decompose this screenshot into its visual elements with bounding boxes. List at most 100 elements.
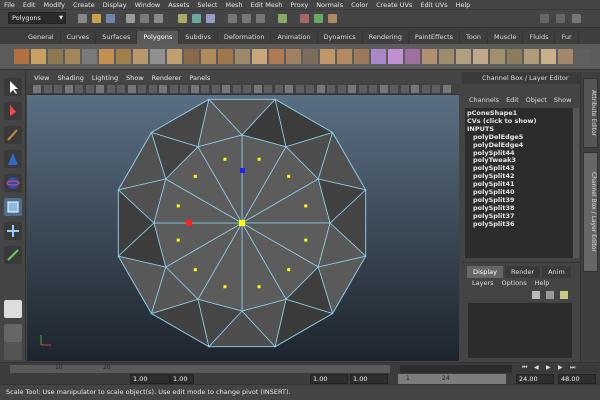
layer-menu-options[interactable]: Options bbox=[502, 279, 527, 287]
panel-toolbar-icon[interactable] bbox=[211, 85, 220, 93]
panel-menu-show[interactable]: Show bbox=[126, 74, 144, 82]
show-hide-attribute-editor-icon[interactable] bbox=[540, 14, 549, 23]
select-hierarchy-icon[interactable] bbox=[126, 14, 135, 23]
menu-help[interactable]: Help bbox=[456, 1, 471, 9]
shelf-tab-muscle[interactable]: Muscle bbox=[488, 31, 524, 44]
panel-toolbar-icon[interactable] bbox=[159, 85, 167, 93]
snap-curve-icon[interactable] bbox=[242, 14, 251, 23]
panel-menu-shading[interactable]: Shading bbox=[57, 74, 83, 82]
shelf-tab-curves[interactable]: Curves bbox=[61, 31, 97, 44]
panel-toolbar-icon[interactable] bbox=[117, 85, 125, 93]
shelf-tool-icon[interactable] bbox=[507, 49, 522, 64]
shelf-tab-dynamics[interactable]: Dynamics bbox=[318, 31, 363, 44]
snap-point-icon[interactable] bbox=[256, 14, 265, 23]
menu-modify[interactable]: Modify bbox=[43, 1, 65, 9]
shelf-tool-icon[interactable] bbox=[269, 49, 284, 64]
panel-menu-view[interactable]: View bbox=[34, 74, 49, 82]
paint-select-tool-icon[interactable] bbox=[4, 126, 22, 144]
panel-toolbar-icon[interactable] bbox=[243, 85, 251, 93]
outliner-layout-icon[interactable] bbox=[4, 342, 22, 360]
panel-toolbar-icon[interactable] bbox=[432, 85, 440, 93]
panel-menu-lighting[interactable]: Lighting bbox=[92, 74, 118, 82]
menu-create[interactable]: Create bbox=[73, 1, 95, 9]
panel-toolbar-icon[interactable] bbox=[295, 85, 304, 93]
shelf-tool-icon[interactable] bbox=[575, 49, 590, 64]
show-hide-tool-settings-icon[interactable] bbox=[556, 14, 565, 23]
step-back-icon[interactable]: ◀ bbox=[534, 364, 539, 371]
panel-toolbar-icon[interactable] bbox=[169, 85, 178, 93]
shelf-tool-icon[interactable] bbox=[405, 49, 420, 64]
time-slider-track[interactable]: 10 20 bbox=[10, 364, 390, 373]
shelf-tab-polygons[interactable]: Polygons bbox=[137, 31, 180, 44]
shelf-tool-icon[interactable] bbox=[286, 49, 301, 64]
panel-toolbar-icon[interactable] bbox=[148, 85, 157, 93]
go-to-end-icon[interactable]: ⏭ bbox=[570, 364, 575, 372]
shelf-tool-icon[interactable] bbox=[150, 49, 165, 64]
panel-toolbar-icon[interactable] bbox=[274, 85, 283, 93]
face-mode-icon[interactable] bbox=[206, 14, 215, 23]
panel-toolbar-icon[interactable] bbox=[400, 85, 409, 93]
menu-display[interactable]: Display bbox=[103, 1, 127, 9]
menu-create-uvs[interactable]: Create UVs bbox=[376, 1, 412, 9]
menu-assets[interactable]: Assets bbox=[168, 1, 189, 9]
menu-set-dropdown[interactable]: Polygons ▼ bbox=[8, 12, 66, 24]
channel-box-tab[interactable]: Channel Box / Layer Editor bbox=[583, 152, 598, 272]
panel-toolbar-icon[interactable] bbox=[379, 85, 388, 93]
shelf-tab-fluids[interactable]: Fluids bbox=[523, 31, 556, 44]
new-layer-icon[interactable] bbox=[532, 291, 540, 299]
panel-toolbar-icon[interactable] bbox=[180, 85, 188, 93]
shelf-tool-icon[interactable] bbox=[99, 49, 114, 64]
panel-toolbar-icon[interactable] bbox=[306, 85, 314, 93]
single-perspective-layout-icon[interactable] bbox=[4, 300, 22, 318]
shelf-tab-painteffects[interactable]: PaintEffects bbox=[409, 31, 461, 44]
panel-toolbar-icon[interactable] bbox=[337, 85, 346, 93]
menu-file[interactable]: File bbox=[4, 1, 15, 9]
layer-menu-layers[interactable]: Layers bbox=[472, 279, 494, 287]
step-forward-icon[interactable]: ▶ bbox=[558, 364, 563, 371]
new-scene-icon[interactable] bbox=[78, 14, 87, 23]
panel-toolbar-icon[interactable] bbox=[316, 85, 325, 93]
select-object-icon[interactable] bbox=[140, 14, 149, 23]
shelf-tool-icon[interactable] bbox=[184, 49, 199, 64]
rotate-tool-icon[interactable] bbox=[4, 174, 22, 192]
menu-edit-uvs[interactable]: Edit UVs bbox=[420, 1, 447, 9]
end-time-field[interactable]: 24.00 bbox=[516, 374, 554, 384]
panel-toolbar-icon[interactable] bbox=[190, 85, 199, 93]
menu-edit[interactable]: Edit bbox=[23, 1, 36, 9]
four-view-layout-icon[interactable] bbox=[4, 324, 22, 342]
save-scene-icon[interactable] bbox=[106, 14, 115, 23]
panel-toolbar-icon[interactable] bbox=[43, 85, 52, 93]
render-frame-icon[interactable] bbox=[300, 14, 309, 23]
play-icon[interactable]: ▶ bbox=[546, 364, 551, 371]
shelf-tool-icon[interactable] bbox=[490, 49, 505, 64]
shelf-tool-icon[interactable] bbox=[31, 49, 46, 64]
panel-toolbar-icon[interactable] bbox=[390, 85, 398, 93]
shelf-tool-icon[interactable] bbox=[133, 49, 148, 64]
menu-proxy[interactable]: Proxy bbox=[290, 1, 308, 9]
range-slider-bar[interactable]: 1 24 bbox=[398, 374, 506, 384]
panel-toolbar-icon[interactable] bbox=[253, 85, 262, 93]
shelf-tool-icon[interactable] bbox=[167, 49, 182, 64]
panel-toolbar-icon[interactable] bbox=[96, 85, 104, 93]
shelf-tool-icon[interactable] bbox=[82, 49, 97, 64]
construction-history-icon[interactable] bbox=[278, 14, 287, 23]
shelf-tab-deformation[interactable]: Deformation bbox=[218, 31, 272, 44]
panel-toolbar-icon[interactable] bbox=[285, 85, 293, 93]
range-start-field[interactable]: 1.00 bbox=[310, 374, 348, 384]
layer-tab-display[interactable]: Display bbox=[467, 266, 503, 278]
menu-window[interactable]: Window bbox=[135, 1, 161, 9]
shelf-tool-icon[interactable] bbox=[456, 49, 471, 64]
shelf-tool-icon[interactable] bbox=[541, 49, 556, 64]
shelf-tool-icon[interactable] bbox=[218, 49, 233, 64]
shelf-tab-subdivs[interactable]: Subdivs bbox=[179, 31, 218, 44]
channel-menu-object[interactable]: Object bbox=[526, 96, 547, 104]
shelf-tool-icon[interactable] bbox=[354, 49, 369, 64]
shelf-tool-icon[interactable] bbox=[48, 49, 63, 64]
panel-toolbar-icon[interactable] bbox=[264, 85, 272, 93]
panel-menu-renderer[interactable]: Renderer bbox=[152, 74, 182, 82]
history-node[interactable]: polySplit36 bbox=[467, 220, 571, 229]
snap-grid-icon[interactable] bbox=[228, 14, 237, 23]
menu-edit-mesh[interactable]: Edit Mesh bbox=[251, 1, 283, 9]
ipr-render-icon[interactable] bbox=[314, 14, 323, 23]
panel-toolbar-icon[interactable] bbox=[232, 85, 241, 93]
